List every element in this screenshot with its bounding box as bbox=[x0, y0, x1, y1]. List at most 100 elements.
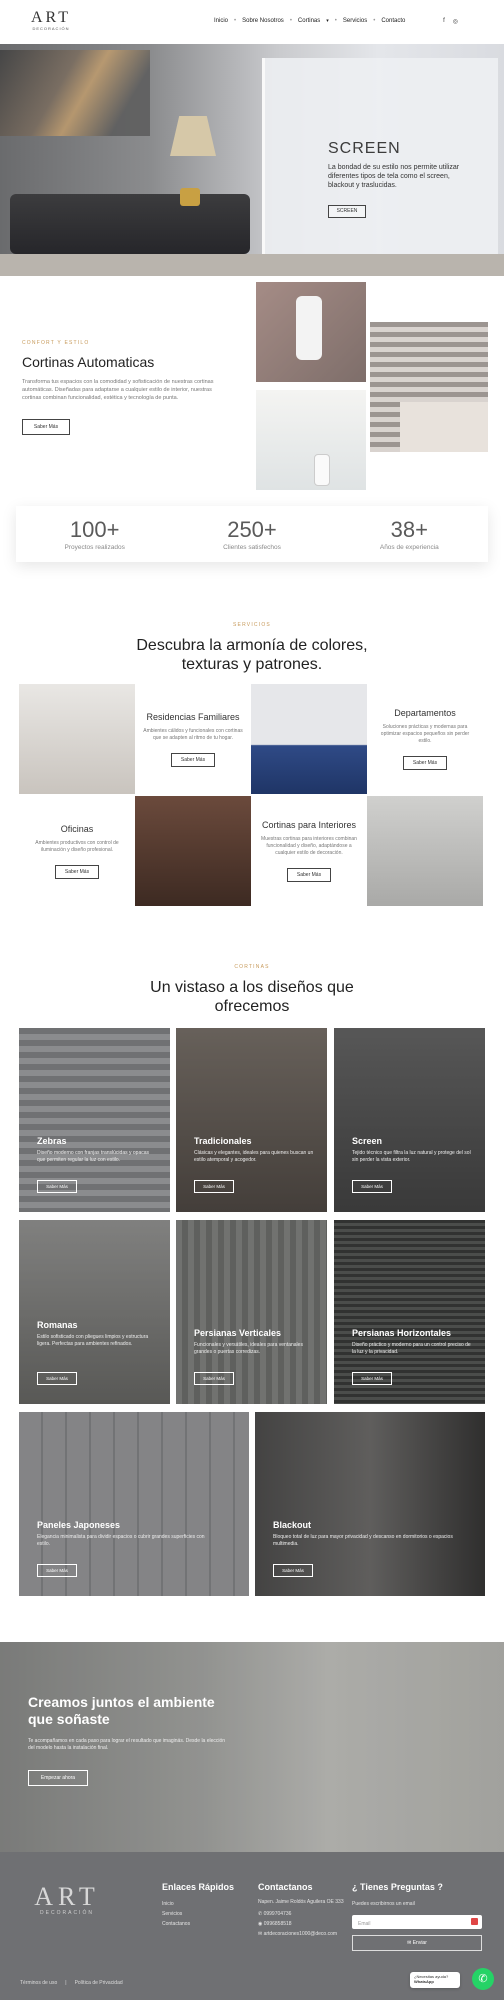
nav-separator: • bbox=[334, 18, 337, 24]
instagram-icon[interactable]: ◎ bbox=[453, 18, 458, 25]
automaticas-text: Transforma tus espacios con la comodidad… bbox=[22, 379, 214, 401]
stat-label: Clientes satisfechos bbox=[223, 543, 281, 551]
footer-send-button[interactable]: ✉ Enviar bbox=[352, 1935, 482, 1951]
stat-number: 250+ bbox=[227, 516, 277, 542]
automaticas-eyebrow: CONFORT Y ESTILO bbox=[22, 340, 90, 346]
whatsapp-bubble[interactable]: ¿Necesitas ayuda? WhatsApp bbox=[410, 1972, 460, 1988]
card-romanas[interactable]: Romanas Estilo sofisticado con pliegues … bbox=[19, 1220, 170, 1404]
zebra-blinds-photo bbox=[370, 322, 488, 452]
service-button[interactable]: Saber Más bbox=[171, 752, 215, 767]
card-text: Bloqueo total de luz para mayor privacid… bbox=[273, 1534, 453, 1547]
window-blinds-photo bbox=[367, 796, 483, 906]
card-button[interactable]: Saber Más bbox=[37, 1180, 77, 1193]
card-button[interactable]: Saber Más bbox=[352, 1372, 392, 1385]
site-header: ART DECORACIÓN Inicio • Sobre Nosotros •… bbox=[0, 0, 504, 44]
cta-title: Creamos juntos el ambiente que soñaste bbox=[28, 1694, 215, 1727]
service-title: Cortinas para Interiores bbox=[261, 820, 357, 830]
footer-logo-main: ART bbox=[34, 1882, 100, 1911]
gallery-title: Un vistaso a los diseños que ofrecemos bbox=[150, 979, 354, 1015]
card-button[interactable]: Saber Más bbox=[37, 1372, 77, 1385]
card-title: Blackout bbox=[273, 1520, 312, 1530]
remote-device bbox=[296, 296, 322, 360]
card-button[interactable]: Saber Más bbox=[273, 1564, 313, 1577]
remote-control-photo bbox=[256, 282, 366, 382]
facebook-icon[interactable]: f bbox=[443, 18, 445, 25]
nav-separator: • bbox=[289, 18, 292, 24]
remote-device bbox=[314, 454, 330, 486]
send-label: Enviar bbox=[412, 1940, 427, 1946]
service-text: Ambientes cálidos y funcionales con cort… bbox=[143, 727, 243, 741]
hand-remote-photo bbox=[256, 390, 366, 490]
service-text: Soluciones prácticas y modernas para opt… bbox=[380, 724, 470, 744]
cta-banner: Creamos juntos el ambiente que soñaste T… bbox=[0, 1642, 504, 1852]
footer-logo-sub: DECORACIÓN bbox=[40, 1910, 94, 1916]
footer-contact-title: Contactanos bbox=[258, 1882, 313, 1892]
footer-question-text: Puedes escribirnos un email bbox=[352, 1901, 415, 1907]
footer-link-inicio[interactable]: Inicio bbox=[162, 1899, 234, 1909]
bed-shape bbox=[400, 402, 488, 452]
service-button[interactable]: Saber Más bbox=[287, 868, 331, 882]
card-button[interactable]: Saber Más bbox=[352, 1180, 392, 1193]
card-title: Tradicionales bbox=[194, 1136, 252, 1146]
stat-number: 100+ bbox=[69, 516, 120, 542]
card-text: Diseño moderno con franjas translúcidas … bbox=[37, 1150, 150, 1163]
stats-panel: 100+ Proyectos realizados 250+ Clientes … bbox=[16, 506, 488, 562]
card-button[interactable]: Saber Más bbox=[194, 1372, 234, 1385]
card-button[interactable]: Saber Más bbox=[37, 1564, 77, 1577]
footer-link-servicios[interactable]: Servicios bbox=[162, 1909, 234, 1919]
logo-main: ART bbox=[30, 9, 72, 26]
card-text: Elegancia minimalista para dividir espac… bbox=[37, 1534, 205, 1547]
nav-separator: • bbox=[373, 18, 376, 24]
terms-link[interactable]: Términos de uso bbox=[20, 1980, 57, 1986]
social-links: f ◎ bbox=[443, 18, 458, 25]
footer-legal: Términos de uso | Política de Privacidad bbox=[20, 1980, 123, 1986]
card-button[interactable]: Saber Más bbox=[194, 1180, 234, 1193]
footer-email-input[interactable]: Email bbox=[352, 1915, 482, 1929]
card-zebras[interactable]: Zebras Diseño moderno con franjas transl… bbox=[19, 1028, 170, 1212]
card-blackout[interactable]: Blackout Bloqueo total de luz para mayor… bbox=[255, 1412, 485, 1596]
service-button[interactable]: Saber Más bbox=[403, 756, 447, 770]
service-button[interactable]: Saber Más bbox=[55, 864, 99, 879]
whatsapp-icon[interactable]: ✆ bbox=[472, 1968, 494, 1990]
nav-item-inicio[interactable]: Inicio bbox=[214, 18, 228, 24]
service-residencias: Residencias Familiares Ambientes cálidos… bbox=[135, 684, 251, 794]
hero-title: SCREEN bbox=[328, 140, 401, 157]
services-title: Descubra la armonía de colores, texturas… bbox=[136, 637, 368, 673]
footer-phone-1[interactable]: ✆ 0999704736 bbox=[258, 1909, 348, 1919]
card-screen[interactable]: Screen Tejido técnico que filtra la luz … bbox=[334, 1028, 485, 1212]
nav-item-servicios[interactable]: Servicios bbox=[343, 18, 367, 24]
hero-cushion bbox=[180, 188, 200, 206]
main-nav: Inicio • Sobre Nosotros • Cortinas ▾ • S… bbox=[214, 18, 405, 24]
chevron-down-icon[interactable]: ▾ bbox=[326, 18, 329, 24]
autofill-icon bbox=[471, 1918, 478, 1925]
email-placeholder: Email bbox=[358, 1921, 371, 1927]
card-tradicionales[interactable]: Tradicionales Clásicas y elegantes, idea… bbox=[176, 1028, 327, 1212]
hero-screen-button[interactable]: SCREEN bbox=[328, 205, 366, 218]
footer-question-title: ¿ Tienes Preguntas ? bbox=[352, 1882, 443, 1892]
phone-1-value: 0999704736 bbox=[263, 1911, 292, 1917]
footer-email[interactable]: ✉ artdecoraciones1000@deco.com bbox=[258, 1929, 348, 1939]
services-eyebrow: SERVICIOS bbox=[233, 622, 271, 628]
living-room-photo bbox=[19, 684, 135, 794]
phone-2-value: 0996858518 bbox=[263, 1921, 292, 1927]
nav-item-sobre-nosotros[interactable]: Sobre Nosotros bbox=[242, 18, 284, 24]
nav-item-cortinas[interactable]: Cortinas bbox=[298, 18, 320, 24]
privacy-link[interactable]: Política de Privacidad bbox=[75, 1980, 123, 1986]
footer-phone-2[interactable]: ◉ 0996858518 bbox=[258, 1919, 348, 1929]
cta-button[interactable]: Empezar ahora bbox=[28, 1770, 88, 1786]
footer-link-contactanos[interactable]: Contactanos bbox=[162, 1919, 234, 1929]
logo[interactable]: ART DECORACIÓN bbox=[28, 9, 74, 32]
hero-banner bbox=[0, 44, 504, 276]
card-persianas-horizontales[interactable]: Persianas Horizontales Diseño práctico y… bbox=[334, 1220, 485, 1404]
service-interiores: Cortinas para Interiores Muestras cortin… bbox=[251, 796, 367, 906]
hero-sofa bbox=[10, 194, 250, 254]
footer-logo[interactable]: ART DECORACIÓN bbox=[34, 1882, 100, 1917]
card-paneles-japoneses[interactable]: Paneles Japoneses Elegancia minimalista … bbox=[19, 1412, 249, 1596]
gallery-eyebrow: CORTINAS bbox=[234, 964, 270, 970]
nav-item-contacto[interactable]: Contacto bbox=[381, 18, 405, 24]
card-text: Diseño práctico y moderno para un contro… bbox=[352, 1342, 471, 1355]
automaticas-button[interactable]: Saber Más bbox=[22, 419, 70, 435]
card-persianas-verticales[interactable]: Persianas Verticales Funcionales y versá… bbox=[176, 1220, 327, 1404]
card-title: Romanas bbox=[37, 1320, 78, 1330]
card-text: Tejido técnico que filtra la luz natural… bbox=[352, 1150, 471, 1163]
